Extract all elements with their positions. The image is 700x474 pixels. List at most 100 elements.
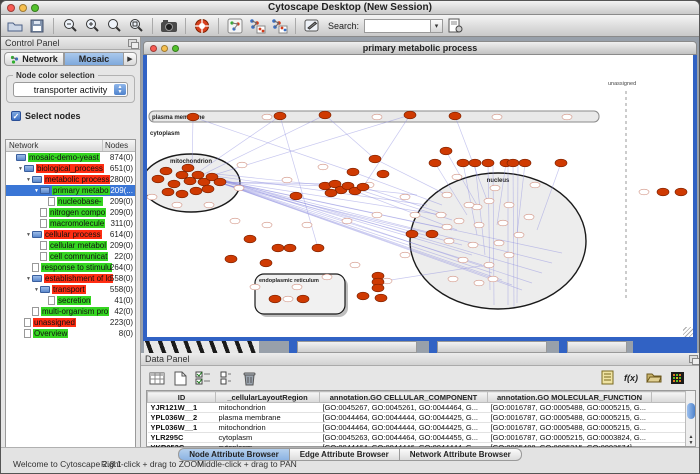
- network-node[interactable]: [312, 244, 324, 252]
- column-header[interactable]: _cellularLayoutRegion: [216, 392, 320, 403]
- network-node[interactable]: [184, 177, 196, 185]
- network-node[interactable]: [406, 230, 418, 238]
- network-node[interactable]: [369, 155, 381, 163]
- network-window-titlebar[interactable]: primary metabolic process: [143, 41, 697, 55]
- network-node-small[interactable]: [452, 174, 462, 180]
- network-node-small[interactable]: [350, 262, 360, 268]
- network-node-small[interactable]: [458, 257, 468, 263]
- tree-row[interactable]: ▼establishment of lo558(0): [6, 273, 135, 284]
- network-node[interactable]: [357, 292, 369, 300]
- network-node-small[interactable]: [318, 164, 328, 170]
- open-session-icon[interactable]: [5, 17, 25, 35]
- table-scrollbar[interactable]: ▲▼: [685, 391, 695, 446]
- network-node[interactable]: [162, 188, 174, 196]
- column-header[interactable]: annotation.GO CELLULAR_COMPONENT: [320, 392, 488, 403]
- network-node-small[interactable]: [400, 252, 410, 258]
- disclosure-triangle-icon[interactable]: ▼: [17, 166, 24, 172]
- network-node[interactable]: [190, 187, 202, 195]
- help-lifering-icon[interactable]: [192, 17, 212, 35]
- network-node[interactable]: [404, 111, 416, 119]
- network-node-small[interactable]: [283, 296, 293, 302]
- network-node[interactable]: [176, 171, 188, 179]
- table-row[interactable]: YPL036W__1mitochondrion[GO:0044464, GO:0…: [148, 423, 691, 433]
- network-node-small[interactable]: [504, 252, 514, 258]
- tree-row[interactable]: ▼cellular process614(0): [6, 229, 135, 240]
- column-header[interactable]: annotation.GO MOLECULAR_FUNCTION: [488, 392, 652, 403]
- tree-row[interactable]: ▼metabolic process280(0): [6, 174, 135, 185]
- network-node[interactable]: [168, 180, 180, 188]
- network-node[interactable]: [284, 244, 296, 252]
- disclosure-triangle-icon[interactable]: ▼: [25, 276, 32, 282]
- tree-row[interactable]: ▼transport558(0): [6, 284, 135, 295]
- network-node-small[interactable]: [342, 218, 352, 224]
- network-node-small[interactable]: [474, 280, 484, 286]
- tree-row[interactable]: ▼biological_process651(0): [6, 163, 135, 174]
- network-node[interactable]: [357, 183, 369, 191]
- tab-mosaic[interactable]: Mosaic: [64, 52, 124, 66]
- select-nodes-checkbox[interactable]: ✓: [11, 111, 21, 121]
- network-node[interactable]: [269, 295, 281, 303]
- tree-row[interactable]: unassigned223(0): [6, 317, 135, 328]
- tree-row[interactable]: macromolecule311(0): [6, 218, 135, 229]
- network-node-small[interactable]: [498, 220, 508, 226]
- network-node-small[interactable]: [204, 202, 214, 208]
- table-row[interactable]: YLR295Ccytoplasm[GO:0045263, GO:0044464,…: [148, 433, 691, 443]
- tree-row[interactable]: mosaic-demo-yeast874(0): [6, 152, 135, 163]
- network-node[interactable]: [244, 235, 256, 243]
- network-node[interactable]: [675, 188, 687, 196]
- tree-row[interactable]: multi-organism pro42(0): [6, 306, 135, 317]
- window-titlebar[interactable]: Cytoscape Desktop (New Session): [1, 1, 699, 15]
- network-node[interactable]: [297, 295, 309, 303]
- zoom-fit-icon[interactable]: [126, 17, 146, 35]
- network-node-small[interactable]: [262, 222, 272, 228]
- network-node[interactable]: [274, 112, 286, 120]
- network-node[interactable]: [440, 147, 452, 155]
- tab-network-attribute-browser[interactable]: Network Attribute Browser: [400, 448, 522, 461]
- network-node-small[interactable]: [474, 222, 484, 228]
- apply-layout-a-icon[interactable]: [247, 17, 267, 35]
- annotation-tool-icon[interactable]: [302, 17, 322, 35]
- network-node-small[interactable]: [442, 224, 452, 230]
- network-node[interactable]: [319, 111, 331, 119]
- formula-builder-icon[interactable]: f(x): [621, 368, 641, 387]
- scrollbar-arrows[interactable]: ▲▼: [686, 434, 696, 446]
- node-color-dropdown[interactable]: transporter activity ▲▼: [13, 82, 128, 97]
- tree-row[interactable]: cellular metabol209(0): [6, 240, 135, 251]
- network-node-small[interactable]: [322, 274, 332, 280]
- scrollbar-thumb[interactable]: [687, 403, 695, 419]
- disclosure-triangle-icon[interactable]: ▼: [33, 287, 40, 293]
- network-node-small[interactable]: [292, 284, 302, 290]
- network-node-small[interactable]: [562, 114, 572, 120]
- network-node-small[interactable]: [372, 212, 382, 218]
- network-node-small[interactable]: [172, 202, 182, 208]
- network-node[interactable]: [507, 159, 519, 167]
- network-node[interactable]: [176, 190, 188, 198]
- network-node-small[interactable]: [147, 194, 157, 200]
- tab-overflow-button[interactable]: ▶: [124, 52, 137, 66]
- network-node[interactable]: [325, 189, 337, 197]
- network-node-small[interactable]: [230, 218, 240, 224]
- float-panel-icon[interactable]: [689, 355, 698, 363]
- network-node[interactable]: [377, 170, 389, 178]
- network-node-small[interactable]: [302, 222, 312, 228]
- tree-row[interactable]: nucleobase-209(0): [6, 196, 135, 207]
- network-node[interactable]: [375, 294, 387, 302]
- network-node-small[interactable]: [484, 198, 494, 204]
- zoom-out-icon[interactable]: [60, 17, 80, 35]
- network-node[interactable]: [260, 259, 272, 267]
- tree-row[interactable]: cell communicat22(0): [6, 251, 135, 262]
- network-node[interactable]: [290, 192, 302, 200]
- network-node[interactable]: [152, 175, 164, 183]
- network-node-small[interactable]: [514, 232, 524, 238]
- zoom-selected-icon[interactable]: [104, 17, 124, 35]
- network-overview-icon[interactable]: [225, 17, 245, 35]
- network-node-small[interactable]: [492, 114, 502, 120]
- attribute-matrix-icon[interactable]: [667, 368, 687, 387]
- network-node-small[interactable]: [488, 276, 498, 282]
- network-node-small[interactable]: [639, 189, 649, 195]
- disclosure-triangle-icon[interactable]: ▼: [25, 232, 32, 238]
- network-node[interactable]: [372, 284, 384, 292]
- network-node[interactable]: [426, 230, 438, 238]
- tab-edge-attribute-browser[interactable]: Edge Attribute Browser: [290, 448, 400, 461]
- network-node[interactable]: [657, 188, 669, 196]
